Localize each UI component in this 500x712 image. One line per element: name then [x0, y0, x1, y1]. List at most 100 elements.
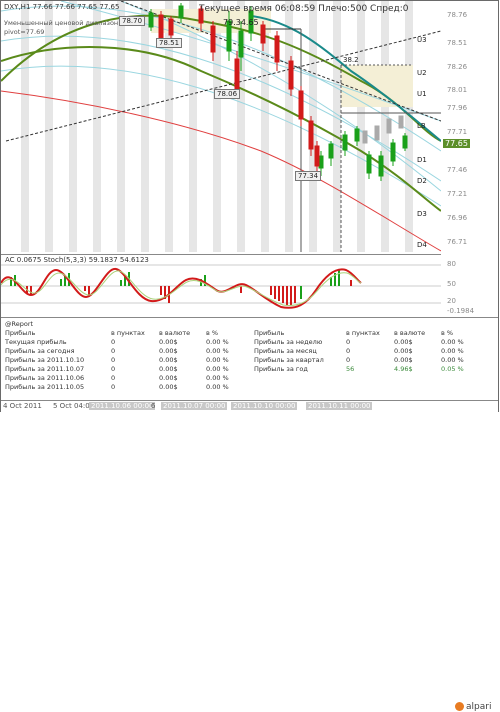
time-tick: 6 [151, 402, 156, 410]
report-cell: 0.00 % [206, 374, 229, 382]
report-row-label: Прибыль за квартал [254, 356, 324, 364]
report-cell: 0 [111, 383, 116, 391]
report-cell: 0.00$ [394, 338, 413, 346]
time-tick: 2011.10.11 00:00 [306, 402, 373, 410]
report-cell: 0 [111, 347, 116, 355]
session-stripes [21, 1, 413, 252]
brand-logo: alpari [455, 702, 491, 712]
report-cell: 0.00$ [159, 374, 178, 382]
report-cell: 0.00 % [441, 338, 464, 346]
report-col-header: в пунктах [346, 329, 380, 337]
price-tick: 77.21 [447, 190, 468, 198]
current-price-label: 77.65 [443, 139, 470, 148]
ind-tick: -0.1984 [447, 307, 475, 315]
brand-name: alpari [466, 702, 492, 712]
fib-label: 38.2 [343, 56, 359, 64]
time-tick: 2011.10.10 00:00 [231, 402, 298, 410]
report-cell: 0.00$ [159, 338, 178, 346]
indicator-axis: 80 50 20 -0.1984 [441, 254, 498, 316]
ind-tick: 50 [447, 280, 456, 288]
report-col-header: в валюте [159, 329, 191, 337]
report-cell: 0 [111, 374, 116, 382]
level-lb: LB [417, 122, 426, 130]
report-cell: 0 [111, 338, 116, 346]
report-row-label: Текущая прибыль [5, 338, 67, 346]
report-cell: 0.00 % [441, 356, 464, 364]
price-chart-canvas [1, 1, 441, 252]
report-cell: 0.05 % [441, 365, 464, 373]
price-tick: 78.51 [447, 39, 468, 47]
report-row-label: Прибыль за год [254, 365, 308, 373]
report-header: @Report [5, 320, 34, 328]
report-row-label: Прибыль за 2011.10.06 [5, 374, 85, 382]
report-cell: 0 [111, 365, 116, 373]
report-row-label: Прибыль за 2011.10.07 [5, 365, 85, 373]
level-u2: U2 [417, 69, 427, 77]
report-col-header: в % [206, 329, 219, 337]
price-tag: 78.51 [156, 38, 183, 48]
report-col-header: Прибыль [254, 329, 285, 337]
pivot-label: pivot=77.69 [4, 28, 45, 36]
time-tick: 5 Oct 04:00 [53, 402, 95, 410]
time-tick: 2011.10.06 00:00 [89, 402, 156, 410]
price-tick: 78.01 [447, 86, 468, 94]
price-axis: 78.76 78.51 78.26 78.01 77.96 77.71 77.6… [441, 1, 498, 252]
price-chart[interactable]: DXY,H1 77.66 77.66 77.65 77.65 Уменьшенн… [1, 1, 441, 252]
report-cell: 0.00 % [206, 356, 229, 364]
level-d2: D2 [417, 177, 427, 185]
level-d4: D4 [417, 241, 427, 249]
report-col-header: в пунктах [111, 329, 145, 337]
report-cell: 0.00 % [206, 338, 229, 346]
ind-tick: 20 [447, 297, 456, 305]
price-tag: 78.70 [119, 16, 146, 26]
report-cell: 0 [346, 338, 351, 346]
price-tick: 78.76 [447, 11, 468, 19]
report-cell: 0.00$ [394, 356, 413, 364]
level-d1: D1 [417, 156, 427, 164]
price-tick: 76.71 [447, 238, 468, 246]
report-row-label: Прибыль за месяц [254, 347, 317, 355]
report-col-header: Прибыль [5, 329, 36, 337]
indicator-canvas [1, 255, 441, 317]
report-cell: 56 [346, 365, 355, 373]
report-cell: 0.00 % [206, 383, 229, 391]
price-tick: 77.46 [447, 166, 468, 174]
report-cell: 0 [346, 347, 351, 355]
ind-tick: 80 [447, 260, 456, 268]
report-panel: @Report Прибыль в пунктах в валюте в % Т… [1, 317, 498, 712]
time-axis: 4 Oct 2011 5 Oct 04:00 2011.10.06 00:00 … [1, 400, 498, 413]
report-row-label: Прибыль за сегодня [5, 347, 75, 355]
time-tick: 2011.10.07 00:00 [161, 402, 228, 410]
alpari-logo-icon [455, 702, 464, 711]
price-tick: 77.96 [447, 104, 468, 112]
indicator-title: AC 0.0675 Stoch(5,3,3) 59.1837 54.6123 [5, 256, 149, 264]
report-row-label: Прибыль за неделю [254, 338, 323, 346]
report-cell: 0.00 % [441, 347, 464, 355]
report-cell: 0.00$ [159, 347, 178, 355]
report-cell: 0.00$ [159, 356, 178, 364]
indicator-panel[interactable]: AC 0.0675 Stoch(5,3,3) 59.1837 54.6123 [1, 254, 441, 317]
price-tag: 79.34.65 [223, 18, 259, 27]
time-info: Текущее время 06:08:59 Плечо:500 Спред:0 [199, 4, 409, 14]
level-d3: D3 [417, 210, 427, 218]
report-cell: 0.00 % [206, 347, 229, 355]
report-row-label: Прибыль за 2011.10.10 [5, 356, 85, 364]
report-cell: 0.00 % [206, 365, 229, 373]
price-tag: 77.34 [295, 171, 322, 181]
price-tick: 78.26 [447, 63, 468, 71]
chart-subtitle: Уменьшенный ценовой диапазон [4, 19, 119, 27]
time-tick: 4 Oct 2011 [3, 402, 42, 410]
price-tag: 78.06 [214, 89, 241, 99]
chart-title: DXY,H1 77.66 77.66 77.65 77.65 [4, 3, 120, 11]
report-cell: 0.00$ [394, 347, 413, 355]
price-tick: 76.96 [447, 214, 468, 222]
report-col-header: в % [441, 329, 454, 337]
level-u1: U1 [417, 90, 427, 98]
report-cell: 4.96$ [394, 365, 413, 373]
report-row-label: Прибыль за 2011.10.05 [5, 383, 85, 391]
report-cell: 0.00$ [159, 383, 178, 391]
report-cell: 0.00$ [159, 365, 178, 373]
level-u3: U3 [417, 36, 427, 44]
report-col-header: в валюте [394, 329, 426, 337]
price-tick: 77.71 [447, 128, 468, 136]
